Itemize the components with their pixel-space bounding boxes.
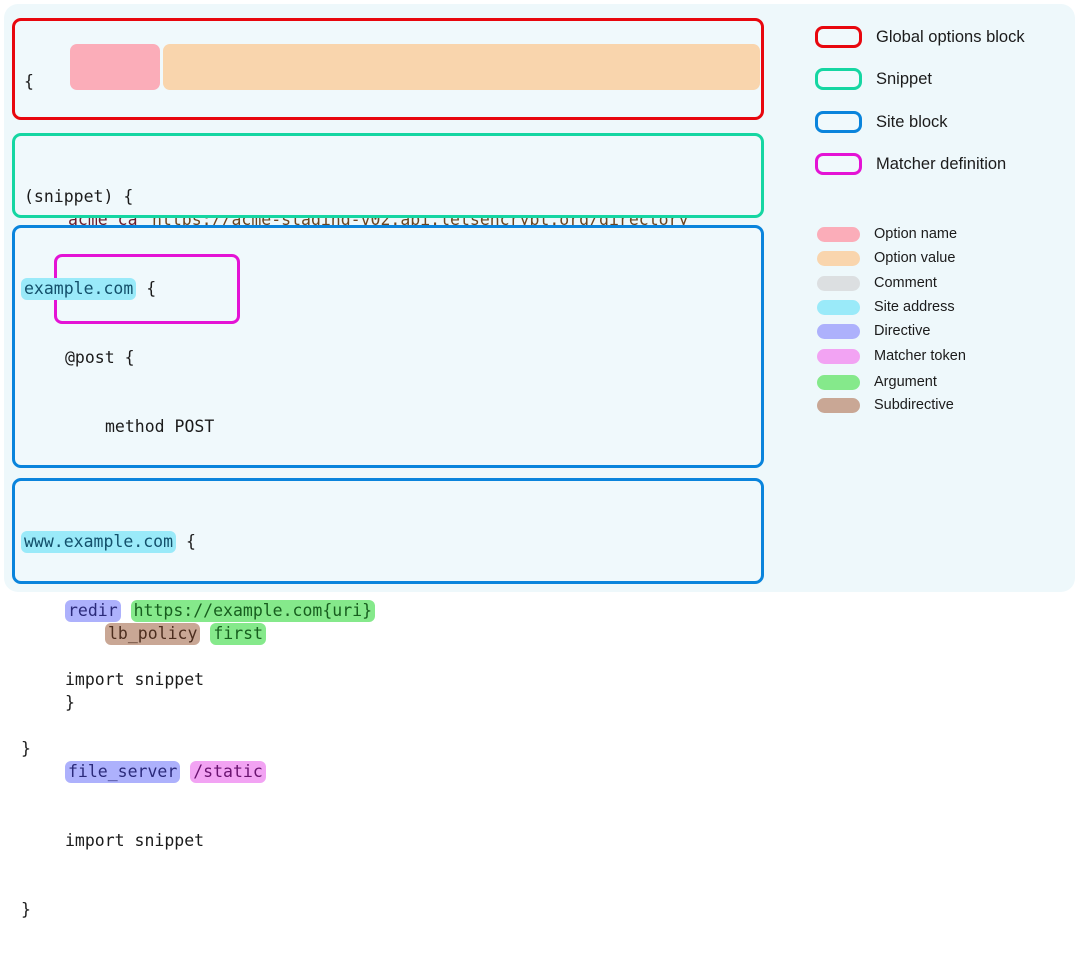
site-address: example.com bbox=[21, 278, 137, 300]
site-address: www.example.com bbox=[21, 531, 177, 553]
matcher-body: method POST bbox=[105, 417, 215, 436]
argument: https://example.com{uri} bbox=[130, 600, 376, 622]
import-statement: import snippet bbox=[65, 670, 205, 689]
legend-label: Matcher definition bbox=[876, 155, 1007, 173]
close-brace: } bbox=[21, 900, 31, 919]
site-block-outline-swatch bbox=[815, 111, 862, 133]
legend-label: Option name bbox=[874, 226, 958, 242]
open-brace: { bbox=[24, 72, 34, 91]
global-options-block: { emailyou@yours.com acme_cahttps://acme… bbox=[12, 18, 764, 298]
directive-swatch bbox=[817, 324, 860, 339]
snippet-outline-swatch bbox=[815, 68, 862, 90]
legend-label: Global options block bbox=[876, 28, 1025, 46]
option-name-swatch bbox=[817, 227, 860, 242]
open-brace: { bbox=[146, 279, 157, 298]
open-brace: { bbox=[185, 532, 196, 551]
legend-label: Matcher token bbox=[874, 348, 966, 364]
legend-label: Site address bbox=[874, 299, 955, 315]
legend-label: Argument bbox=[874, 374, 937, 390]
snippet-block: (snippet) { # this is a reusable snippet… bbox=[12, 133, 764, 344]
matcher-name: @post bbox=[65, 348, 115, 367]
site-address-swatch bbox=[817, 300, 860, 315]
argument-swatch bbox=[817, 375, 860, 390]
subdirective-swatch bbox=[817, 398, 860, 413]
matcher-definition-outline-swatch bbox=[815, 153, 862, 175]
legend-label: Site block bbox=[876, 113, 948, 131]
close-brace: } bbox=[21, 739, 31, 758]
open-brace: { bbox=[124, 348, 135, 367]
global-options-outline-swatch bbox=[815, 26, 862, 48]
option-value-swatch bbox=[817, 251, 860, 266]
matcher-token-swatch bbox=[817, 349, 860, 364]
comment-swatch bbox=[817, 276, 860, 291]
legend-label: Directive bbox=[874, 323, 931, 339]
legend-label: Comment bbox=[874, 275, 937, 291]
site-block: www.example.com { redir https://example.… bbox=[12, 478, 764, 758]
legend-label: Subdirective bbox=[874, 397, 954, 413]
site-block-code: www.example.com { redir https://example.… bbox=[21, 484, 376, 806]
import-statement: import snippet bbox=[65, 831, 205, 850]
legend-label: Option value bbox=[874, 250, 956, 266]
site-block: example.com { @post { method POST } reve… bbox=[12, 225, 764, 919]
snippet-name: (snippet) bbox=[24, 187, 114, 206]
open-brace: { bbox=[123, 187, 134, 206]
directive: redir bbox=[65, 600, 121, 622]
legend-label: Snippet bbox=[876, 70, 932, 88]
